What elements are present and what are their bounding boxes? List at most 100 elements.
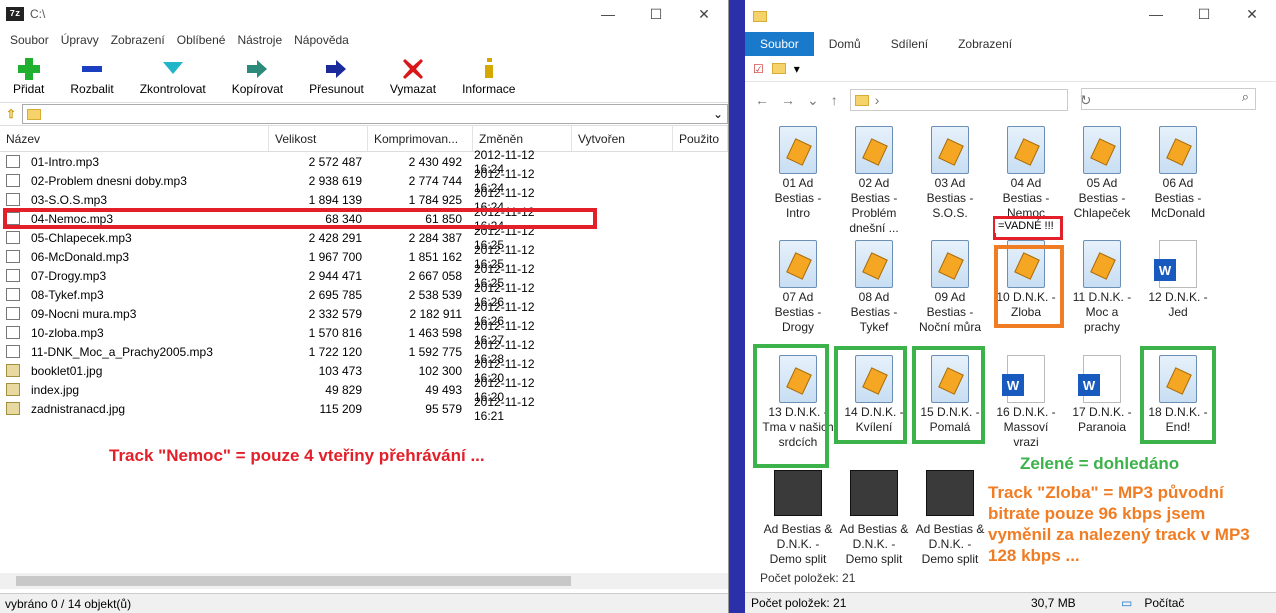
minimize-button[interactable]: — — [1132, 0, 1180, 28]
file-row[interactable]: 05-Chlapecek.mp3 2 428 291 2 284 387 2012-1… — [0, 224, 728, 252]
file-item[interactable]: 04 Ad Bestias - Nemoc — [990, 126, 1062, 221]
file-row[interactable]: 03-S.O.S.mp3 1 894 139 1 784 925 2012-11-12… — [0, 186, 728, 214]
file-item[interactable]: 08 Ad Bestias - Tykef — [838, 240, 910, 335]
file-size: 1 894 139 — [308, 192, 362, 207]
file-item-label: 03 Ad Bestias - S.O.S. — [926, 176, 974, 220]
recent-icon[interactable]: ⌄ — [807, 92, 819, 109]
annotation-vadne: =VADNÉ !!! — [995, 219, 1057, 233]
file-item[interactable]: 06 Ad Bestias - McDonald — [1142, 126, 1214, 221]
column-header[interactable]: Název — [0, 126, 269, 151]
ribbon-tab[interactable]: Zobrazení — [943, 37, 1027, 51]
file-item-label: 09 Ad Bestias - Noční můra — [918, 290, 982, 334]
audio-file-icon — [6, 307, 20, 320]
breadcrumb-chevron-icon[interactable]: › — [875, 92, 880, 108]
info-icon — [484, 58, 493, 78]
menu-item[interactable]: Oblíbené — [177, 33, 226, 47]
menu-item[interactable]: Soubor — [10, 33, 49, 47]
audio-file-icon — [855, 240, 893, 288]
file-row[interactable]: 08-Tykef.mp3 2 695 785 2 538 539 2012-11-12… — [0, 281, 728, 309]
file-item[interactable]: 03 Ad Bestias - S.O.S. — [914, 126, 986, 221]
column-header[interactable]: Použito — [673, 126, 728, 151]
up-icon[interactable]: ↑ — [831, 92, 838, 108]
file-row[interactable]: 01-Intro.mp3 2 572 487 2 430 492 2012-11-12… — [0, 148, 728, 176]
file-row[interactable]: zadnistranacd.jpg 115 209 95 579 2012-11-12… — [0, 395, 728, 423]
file-item-label: 07 Ad Bestias - Drogy — [774, 290, 822, 334]
ribbon-tab[interactable]: Domů — [814, 37, 876, 51]
close-button[interactable]: ✕ — [680, 0, 728, 28]
image-file-icon — [6, 364, 20, 377]
file-name-cell: zadnistranacd.jpg — [0, 402, 269, 416]
column-header[interactable]: Vytvořen — [572, 126, 673, 151]
file-item[interactable]: Ad Bestias & D.N.K. - Demo split — [914, 470, 986, 567]
file-row[interactable]: 10-zloba.mp3 1 570 816 1 463 598 2012-11-12… — [0, 319, 728, 347]
file-row[interactable]: 02-Problem dnesni doby.mp3 2 938 619 2 774… — [0, 167, 728, 195]
file-item[interactable]: Ad Bestias & D.N.K. - Demo split — [762, 470, 834, 567]
chevron-down-icon[interactable]: ⌄ — [713, 107, 723, 121]
close-button[interactable]: ✕ — [1228, 0, 1276, 28]
horizontal-scrollbar[interactable] — [0, 573, 728, 589]
minimize-button[interactable]: — — [584, 0, 632, 28]
menu-item[interactable]: Zobrazení — [111, 33, 165, 47]
file-item[interactable]: W 16 D.N.K. - Massoví vrazi — [990, 355, 1062, 450]
tool-button[interactable]: Informace — [462, 56, 515, 96]
audio-file-icon — [6, 250, 20, 263]
file-item[interactable]: W 12 D.N.K. - Jed — [1142, 240, 1214, 320]
forward-icon[interactable]: → — [781, 92, 795, 108]
file-modified: 2012-11-12 16:21 — [474, 394, 535, 423]
scroll-thumb[interactable] — [16, 576, 571, 586]
file-row[interactable]: 09-Nocni mura.mp3 2 332 579 2 182 911 2012-… — [0, 300, 728, 328]
search-input[interactable]: ⌕ — [1081, 88, 1256, 110]
file-size: 1 967 700 — [308, 249, 362, 264]
file-row[interactable]: 07-Drogy.mp3 2 944 471 2 667 058 2012-11-12… — [0, 262, 728, 290]
file-item[interactable]: 02 Ad Bestias - Problém dnešní ... — [838, 126, 910, 236]
column-header[interactable]: Komprimovan... — [368, 126, 473, 151]
file-item-label: 01 Ad Bestias - Intro — [774, 176, 822, 220]
menu-item[interactable]: Nápověda — [294, 33, 349, 47]
tool-button[interactable]: Kopírovat — [232, 56, 283, 96]
maximize-button[interactable]: ☐ — [1180, 0, 1228, 28]
file-name-cell: 07-Drogy.mp3 — [0, 269, 269, 283]
file-row[interactable]: index.jpg 49 829 49 493 2012-11-12 16:20 — [0, 376, 728, 404]
audio-file-icon — [6, 326, 20, 339]
tool-button[interactable]: Rozbalit — [70, 56, 114, 96]
file-item[interactable]: Ad Bestias & D.N.K. - Demo split — [838, 470, 910, 567]
address-input[interactable]: › — [849, 89, 1068, 111]
file-packed-size: 49 493 — [425, 382, 462, 397]
column-header[interactable]: Velikost — [269, 126, 368, 151]
file-item[interactable]: 05 Ad Bestias - Chlapeček — [1066, 126, 1138, 221]
file-item[interactable]: 11 D.N.K. - Moc a prachy — [1066, 240, 1138, 335]
tool-button[interactable]: Přesunout — [309, 56, 364, 96]
customize-icon[interactable]: ▾ — [794, 62, 800, 76]
file-item[interactable]: 09 Ad Bestias - Noční můra — [914, 240, 986, 335]
file-row[interactable]: 11-DNK_Moc_a_Prachy2005.mp3 1 722 120 1 59… — [0, 338, 728, 366]
file-item[interactable]: 07 Ad Bestias - Drogy — [762, 240, 834, 335]
tool-button[interactable]: Vymazat — [390, 56, 436, 96]
properties-icon[interactable]: ☑ — [753, 62, 764, 76]
explorer-status-bar: Počet položek: 21 30,7 MB ▭ Počítač — [745, 592, 1276, 613]
file-packed-size: 95 579 — [425, 401, 462, 416]
path-input[interactable]: ⌄ — [22, 104, 728, 124]
ribbon-tab[interactable]: Soubor — [745, 32, 814, 56]
maximize-button[interactable]: ☐ — [632, 0, 680, 28]
file-size: 2 695 785 — [308, 287, 362, 302]
file-item-label: 06 Ad Bestias - McDonald — [1150, 176, 1206, 220]
ribbon-tab[interactable]: Sdílení — [876, 37, 943, 51]
tool-button[interactable]: Zkontrolovat — [140, 56, 206, 96]
file-row[interactable]: 06-McDonald.mp3 1 967 700 1 851 162 2012-11… — [0, 243, 728, 271]
file-name-cell: 01-Intro.mp3 — [0, 155, 269, 169]
annotation-orange: Track "Zloba" = MP3 původní bitrate pouz… — [988, 483, 1250, 565]
add-icon — [17, 58, 40, 80]
file-name-cell: 03-S.O.S.mp3 — [0, 193, 269, 207]
file-row[interactable]: booklet01.jpg 103 473 102 300 2012-11-12 16… — [0, 357, 728, 385]
file-item[interactable]: 01 Ad Bestias - Intro — [762, 126, 834, 221]
back-icon[interactable]: ← — [755, 92, 769, 108]
menu-item[interactable]: Nástroje — [237, 33, 282, 47]
file-item[interactable]: W 17 D.N.K. - Paranoia — [1066, 355, 1138, 435]
file-size: 1 570 816 — [308, 325, 362, 340]
file-item-label: 16 D.N.K. - Massoví vrazi — [996, 405, 1056, 449]
up-folder-icon[interactable]: ⇧ — [0, 107, 22, 121]
window-title: C:\ — [30, 7, 46, 21]
menu-item[interactable]: Úpravy — [61, 33, 99, 47]
new-folder-icon[interactable] — [771, 63, 786, 74]
tool-button[interactable]: Přidat — [13, 56, 44, 96]
